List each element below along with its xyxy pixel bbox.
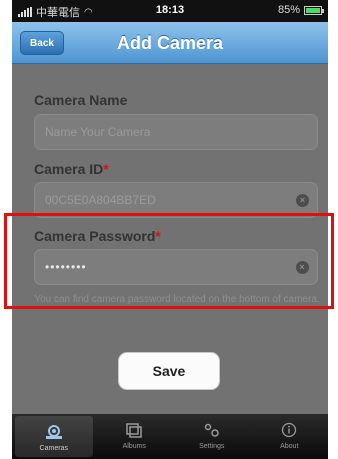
status-bar: 中華電信 ◠ 18:13 85% xyxy=(12,0,328,22)
tab-bar: Cameras Albums Settings About xyxy=(12,414,328,459)
camera-id-field[interactable]: 00C5E0A804BB7ED × xyxy=(34,182,318,218)
tab-about[interactable]: About xyxy=(251,414,329,459)
navigation-bar: Back Add Camera xyxy=(12,22,328,64)
camera-name-placeholder: Name Your Camera xyxy=(45,125,151,139)
tab-settings[interactable]: Settings xyxy=(173,414,251,459)
required-mark: * xyxy=(155,228,161,244)
camera-name-label-text: Camera Name xyxy=(34,92,128,108)
battery-icon xyxy=(304,5,324,15)
page-title: Add Camera xyxy=(116,33,224,53)
camera-password-field[interactable]: •••••••• × xyxy=(34,249,318,285)
albums-icon xyxy=(125,420,143,440)
tab-label: Albums xyxy=(122,443,146,450)
camera-id-label-text: Camera ID xyxy=(34,161,104,177)
camera-icon xyxy=(43,422,65,442)
settings-icon xyxy=(202,420,222,440)
battery-percent: 85% xyxy=(277,4,300,16)
camera-id-value: 00C5E0A804BB7ED xyxy=(45,193,156,207)
tab-label: Cameras xyxy=(39,445,68,452)
battery-group: 85% xyxy=(277,4,324,16)
camera-name-field[interactable]: Name Your Camera xyxy=(34,114,318,150)
camera-id-label: Camera ID* xyxy=(34,161,109,177)
save-button[interactable]: Save xyxy=(118,352,220,390)
password-hint: You can find camera password located on … xyxy=(34,294,320,305)
camera-name-label: Camera Name xyxy=(34,92,127,108)
tab-cameras[interactable]: Cameras xyxy=(15,416,93,457)
tab-label: Settings xyxy=(199,443,225,450)
info-icon xyxy=(281,420,297,440)
camera-password-label: Camera Password* xyxy=(34,228,161,244)
clear-icon[interactable]: × xyxy=(296,194,309,207)
tab-label: About xyxy=(280,443,299,450)
required-mark: * xyxy=(103,161,109,177)
clear-icon[interactable]: × xyxy=(296,261,309,274)
tab-albums[interactable]: Albums xyxy=(96,414,174,459)
phone-screen: 中華電信 ◠ 18:13 85% Back Add Camera Camera … xyxy=(12,0,328,459)
camera-password-value: •••••••• xyxy=(45,260,87,274)
camera-password-label-text: Camera Password xyxy=(34,228,156,244)
add-camera-form: Camera Name Name Your Camera Camera ID* … xyxy=(12,64,328,414)
